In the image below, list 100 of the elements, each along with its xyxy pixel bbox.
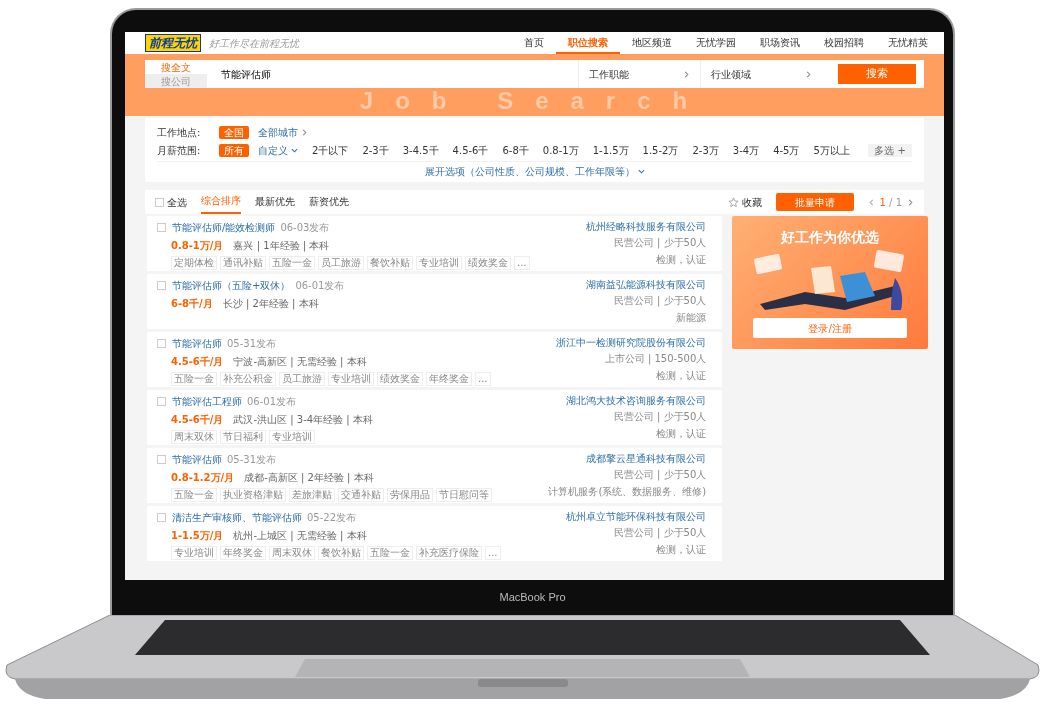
benefit-tag: 年终奖金	[220, 546, 266, 560]
filter-option[interactable]: 2-3万	[687, 143, 724, 157]
filter-option[interactable]: 6-8千	[497, 143, 534, 157]
multi-select-button[interactable]: 多选 +	[868, 143, 912, 157]
benefit-tag: 补充公积金	[220, 372, 276, 386]
checkbox[interactable]	[157, 513, 166, 522]
select-label: 行业领域	[711, 67, 751, 82]
salary: 0.8-1万/月	[171, 238, 224, 253]
search-field[interactable]: 节能评估师	[207, 60, 578, 88]
company-info: 上市公司 | 150-500人	[604, 352, 707, 366]
post-date: 06-03发布	[280, 221, 330, 235]
benefit-tag: 专业培训	[416, 256, 462, 270]
industry: 计算机服务(系统、数据服务、维修)	[548, 485, 707, 499]
filter-option[interactable]: 2千以下	[307, 143, 354, 157]
checkbox[interactable]	[157, 397, 166, 406]
dropdown-icon	[637, 168, 645, 175]
filter-option[interactable]: 3-4.5千	[397, 143, 444, 157]
benefit-tag: ...	[475, 372, 491, 386]
filter-option[interactable]: 2-3千	[357, 143, 394, 157]
benefit-tag: 周末双休	[171, 430, 217, 444]
nav-link[interactable]: 职场资讯	[748, 32, 812, 54]
benefit-tag: 差旅津贴	[289, 488, 335, 502]
sort-tab[interactable]: 最新优先	[254, 191, 295, 213]
site-logo[interactable]: 前程无忧	[145, 34, 201, 52]
page-number: 1	[879, 196, 886, 208]
benefit-tag: 专业培训	[171, 546, 217, 560]
filter-label: 月薪范围:	[157, 143, 202, 158]
sort-tab[interactable]: 薪资优先	[308, 191, 349, 213]
job-card[interactable]: 节能评估师（五险+双休） 06-01发布 6-8千/月 长沙 | 2年经验 | 本科 湖南益弘能源科技有限公司 民营公司 | 少于50人 新能源	[147, 274, 723, 329]
filter-option[interactable]: 1-1.5万	[587, 143, 634, 157]
filter-option[interactable]: 自定义	[253, 143, 303, 157]
category-select[interactable]: 行业领域	[700, 60, 822, 88]
benefit-tag: 员工旅游	[318, 256, 364, 270]
post-date: 06-01发布	[295, 279, 345, 293]
company-info: 民营公司 | 少于50人	[613, 294, 707, 308]
job-meta: 宁波-高新区 | 无需经验 | 本科	[233, 355, 367, 369]
nav-link[interactable]: 校园招聘	[812, 32, 876, 54]
nav-link[interactable]: 无忧学园	[684, 32, 748, 54]
checkbox[interactable]	[157, 455, 166, 464]
benefit-tag: ...	[514, 256, 530, 270]
company-link[interactable]: 杭州经略科技服务有限公司	[586, 220, 707, 233]
benefit-tag: 五险一金	[367, 546, 413, 560]
filter-option[interactable]: 全部城市	[253, 125, 313, 139]
benefit-tag: 劳保用品	[387, 488, 433, 502]
job-card[interactable]: 节能评估工程师 06-01发布 4.5-6千/月 武汉-洪山区 | 3-4年经验 | 本科 周末双休 节日福利 专业培训 湖北鸿大技术咨询服务有限公司 民营公司 | 少于50人 检测，认证	[147, 390, 723, 445]
dropdown-icon	[291, 146, 298, 154]
industry: 检测，认证	[656, 369, 707, 383]
company-link[interactable]: 杭州卓立节能环保科技有限公司	[566, 510, 707, 523]
nav-link[interactable]: 地区频道	[620, 32, 684, 54]
laptop-label: MacBook Pro	[499, 590, 566, 606]
benefit-tag: 餐饮补贴	[318, 546, 364, 560]
company-link[interactable]: 成都擎云星通科技有限公司	[586, 452, 707, 465]
filter-option[interactable]: 0.8-1万	[537, 143, 584, 157]
job-card[interactable]: 节能评估师/能效检测师 06-03发布 0.8-1万/月 嘉兴 | 1年经验 | 本科 定期体检 通讯补贴 五险一金 员工旅游 餐饮补贴 专业培训 绩效奖金 ... 杭州经略科技服务有限公司 民营公司 | 少于50人 检测，认证	[147, 216, 723, 271]
job-title-link[interactable]: 节能评估师	[172, 453, 222, 466]
job-title-link[interactable]: 清洁生产审核师、节能评估师	[172, 511, 302, 524]
company-link[interactable]: 湖南益弘能源科技有限公司	[586, 278, 707, 291]
benefit-tag: 周末双休	[269, 546, 315, 560]
benefit-tag: 节日福利	[220, 430, 266, 444]
job-card[interactable]: 节能评估师 05-31发布 0.8-1.2万/月 成都-高新区 | 2年经验 | 本科 五险一金 执业资格津贴 差旅津贴 交通补贴 劳保用品 节日慰问等 成都擎云星通科技有限公司 民营公司 | 少于50人 计算机服务(系统、数据服务、维修)	[147, 448, 723, 503]
job-card[interactable]: 节能评估师 05-31发布 4.5-6千/月 宁波-高新区 | 无需经验 | 本科 五险一金 补充公积金 员工旅游 专业培训 绩效奖金 年终奖金 ... 浙江中一检测研究院股份有限公司 上市公司 | 150-500人 检测，认证	[147, 332, 723, 387]
company-link[interactable]: 湖北鸿大技术咨询服务有限公司	[566, 394, 707, 407]
nav-link[interactable]: 首页	[512, 32, 556, 54]
filter-option[interactable]: 1.5-2万	[637, 143, 684, 157]
benefit-tag: 年终奖金	[426, 372, 472, 386]
next-page-icon	[907, 198, 914, 206]
benefit-tag: 补充医疗保险	[416, 546, 482, 560]
expand-options-link[interactable]: 展开选项（公司性质、公司规模、工作年限等）	[424, 164, 645, 179]
job-meta: 嘉兴 | 1年经验 | 本科	[233, 239, 330, 253]
company-link[interactable]: 浙江中一检测研究院股份有限公司	[556, 336, 707, 349]
checkbox[interactable]	[155, 197, 164, 207]
chevron-icon	[301, 128, 308, 136]
job-card[interactable]: 清洁生产审核师、节能评估师 05-22发布 1-1.5万/月 杭州-上城区 | 无需经验 | 本科 专业培训 年终奖金 周末双休 餐饮补贴 五险一金 补充医疗保险 ... 杭州卓立节能环保科技有限公司 民营公司 | 少于50人 检测，认证	[147, 506, 723, 561]
chevron-icon	[805, 70, 812, 78]
job-title-link[interactable]: 节能评估工程师	[172, 395, 242, 408]
category-select[interactable]: 工作职能	[578, 60, 700, 88]
job-title-link[interactable]: 节能评估师/能效检测师	[172, 221, 276, 234]
benefit-tag: 五险一金	[269, 256, 315, 270]
post-date: 05-31发布	[227, 337, 277, 351]
favorite-link[interactable]: 收藏	[741, 194, 762, 210]
checkbox[interactable]	[157, 339, 166, 348]
select-label: 工作职能	[589, 67, 629, 82]
star-icon[interactable]	[728, 196, 740, 208]
benefit-tag: 执业资格津贴	[220, 488, 286, 502]
filter-option[interactable]: 4-5万	[768, 143, 805, 157]
nav-link[interactable]: 无忧精英	[876, 32, 940, 54]
job-meta: 成都-高新区 | 2年经验 | 本科	[244, 471, 374, 485]
post-date: 05-31发布	[227, 453, 277, 467]
job-title-link[interactable]: 节能评估师	[172, 337, 222, 350]
filter-option[interactable]: 3-4万	[727, 143, 765, 157]
salary: 4.5-6千/月	[171, 412, 224, 427]
checkbox[interactable]	[157, 281, 166, 290]
job-title-link[interactable]: 节能评估师（五险+双休）	[172, 279, 291, 292]
filter-option[interactable]: 5万以上	[808, 143, 855, 157]
benefit-tag: 节日慰问等	[436, 488, 492, 502]
benefit-tag: 专业培训	[328, 372, 374, 386]
filter-option[interactable]: 4.5-6千	[447, 143, 494, 157]
checkbox[interactable]	[157, 223, 166, 232]
salary: 0.8-1.2万/月	[171, 470, 235, 485]
company-info: 民营公司 | 少于50人	[613, 410, 707, 424]
